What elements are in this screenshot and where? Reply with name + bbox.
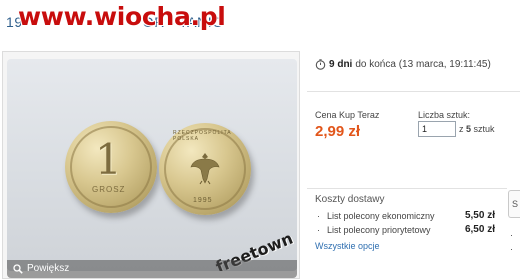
list-bullet: ·: [317, 225, 320, 235]
list-bullet: ·: [510, 244, 513, 254]
section-divider: [307, 91, 520, 92]
shipping-option-name: List polecony priorytetowy: [327, 225, 431, 235]
section-divider: [307, 188, 507, 189]
shipping-option-cost: 6,50 zł: [464, 224, 495, 235]
auction-timer: 9 dni do końca (13 marca, 19:11:45): [315, 59, 491, 70]
quantity-label: Liczba sztuk:: [418, 110, 471, 120]
time-left-days: 9 dni: [329, 59, 353, 70]
zoom-button[interactable]: Powiększ: [13, 263, 69, 274]
quantity-of-prefix: z: [459, 124, 464, 134]
photo-gallery: 1 GROSZ RZECZPOSPOLITA POLSKA 1995 freet…: [2, 51, 300, 279]
shipping-option-name: List polecony ekonomiczny: [327, 211, 435, 221]
shipping-option-cost: 5,50 zł: [464, 210, 495, 221]
site-watermark: www.wiocha.pl: [18, 2, 226, 31]
quantity-available-count: 5: [466, 124, 472, 134]
coin-reverse: 1 GROSZ: [65, 121, 157, 213]
stopwatch-icon: [315, 59, 326, 70]
side-panel-list: · ·: [510, 228, 513, 256]
eagle-emblem-icon: [190, 153, 220, 185]
side-panel-box[interactable]: S: [508, 190, 520, 218]
coin-denomination: 1: [95, 135, 122, 184]
coin-year: 1995: [193, 197, 213, 204]
shipping-option: · List polecony ekonomiczny 5,50 zł: [315, 210, 501, 225]
buy-now-label: Cena Kup Teraz: [315, 110, 380, 120]
shipping-option: · List polecony priorytetowy 6,50 zł: [315, 224, 501, 239]
quantity-unit: sztuk: [473, 124, 495, 134]
listing-header: 19 ÓR - TANIO www.wiocha.pl: [0, 0, 520, 44]
auction-end-date: do końca (13 marca, 19:11:45): [355, 59, 491, 70]
coin-ring-text: RZECZPOSPOLITA POLSKA: [173, 130, 232, 142]
shipping-options-list: · List polecony ekonomiczny 5,50 zł · Li…: [315, 210, 501, 239]
quantity-input[interactable]: [418, 121, 456, 137]
quantity-available: z 5 sztuk: [459, 124, 495, 134]
coin-denomination-label: GROSZ: [92, 185, 126, 194]
list-bullet: ·: [317, 211, 320, 221]
all-shipping-options-link[interactable]: Wszystkie opcje: [315, 241, 380, 251]
list-bullet: ·: [510, 230, 513, 240]
coin-obverse: RZECZPOSPOLITA POLSKA 1995: [159, 123, 251, 215]
item-photo[interactable]: 1 GROSZ RZECZPOSPOLITA POLSKA 1995 freet…: [7, 59, 297, 271]
photo-toolbar: Powiększ: [7, 260, 297, 278]
magnifier-icon: [13, 263, 23, 274]
zoom-label: Powiększ: [27, 263, 70, 274]
purchase-panel: 9 dni do końca (13 marca, 19:11:45) Cena…: [307, 51, 520, 279]
buy-now-price: 2,99 zł: [315, 123, 361, 140]
shipping-title: Koszty dostawy: [315, 194, 385, 205]
